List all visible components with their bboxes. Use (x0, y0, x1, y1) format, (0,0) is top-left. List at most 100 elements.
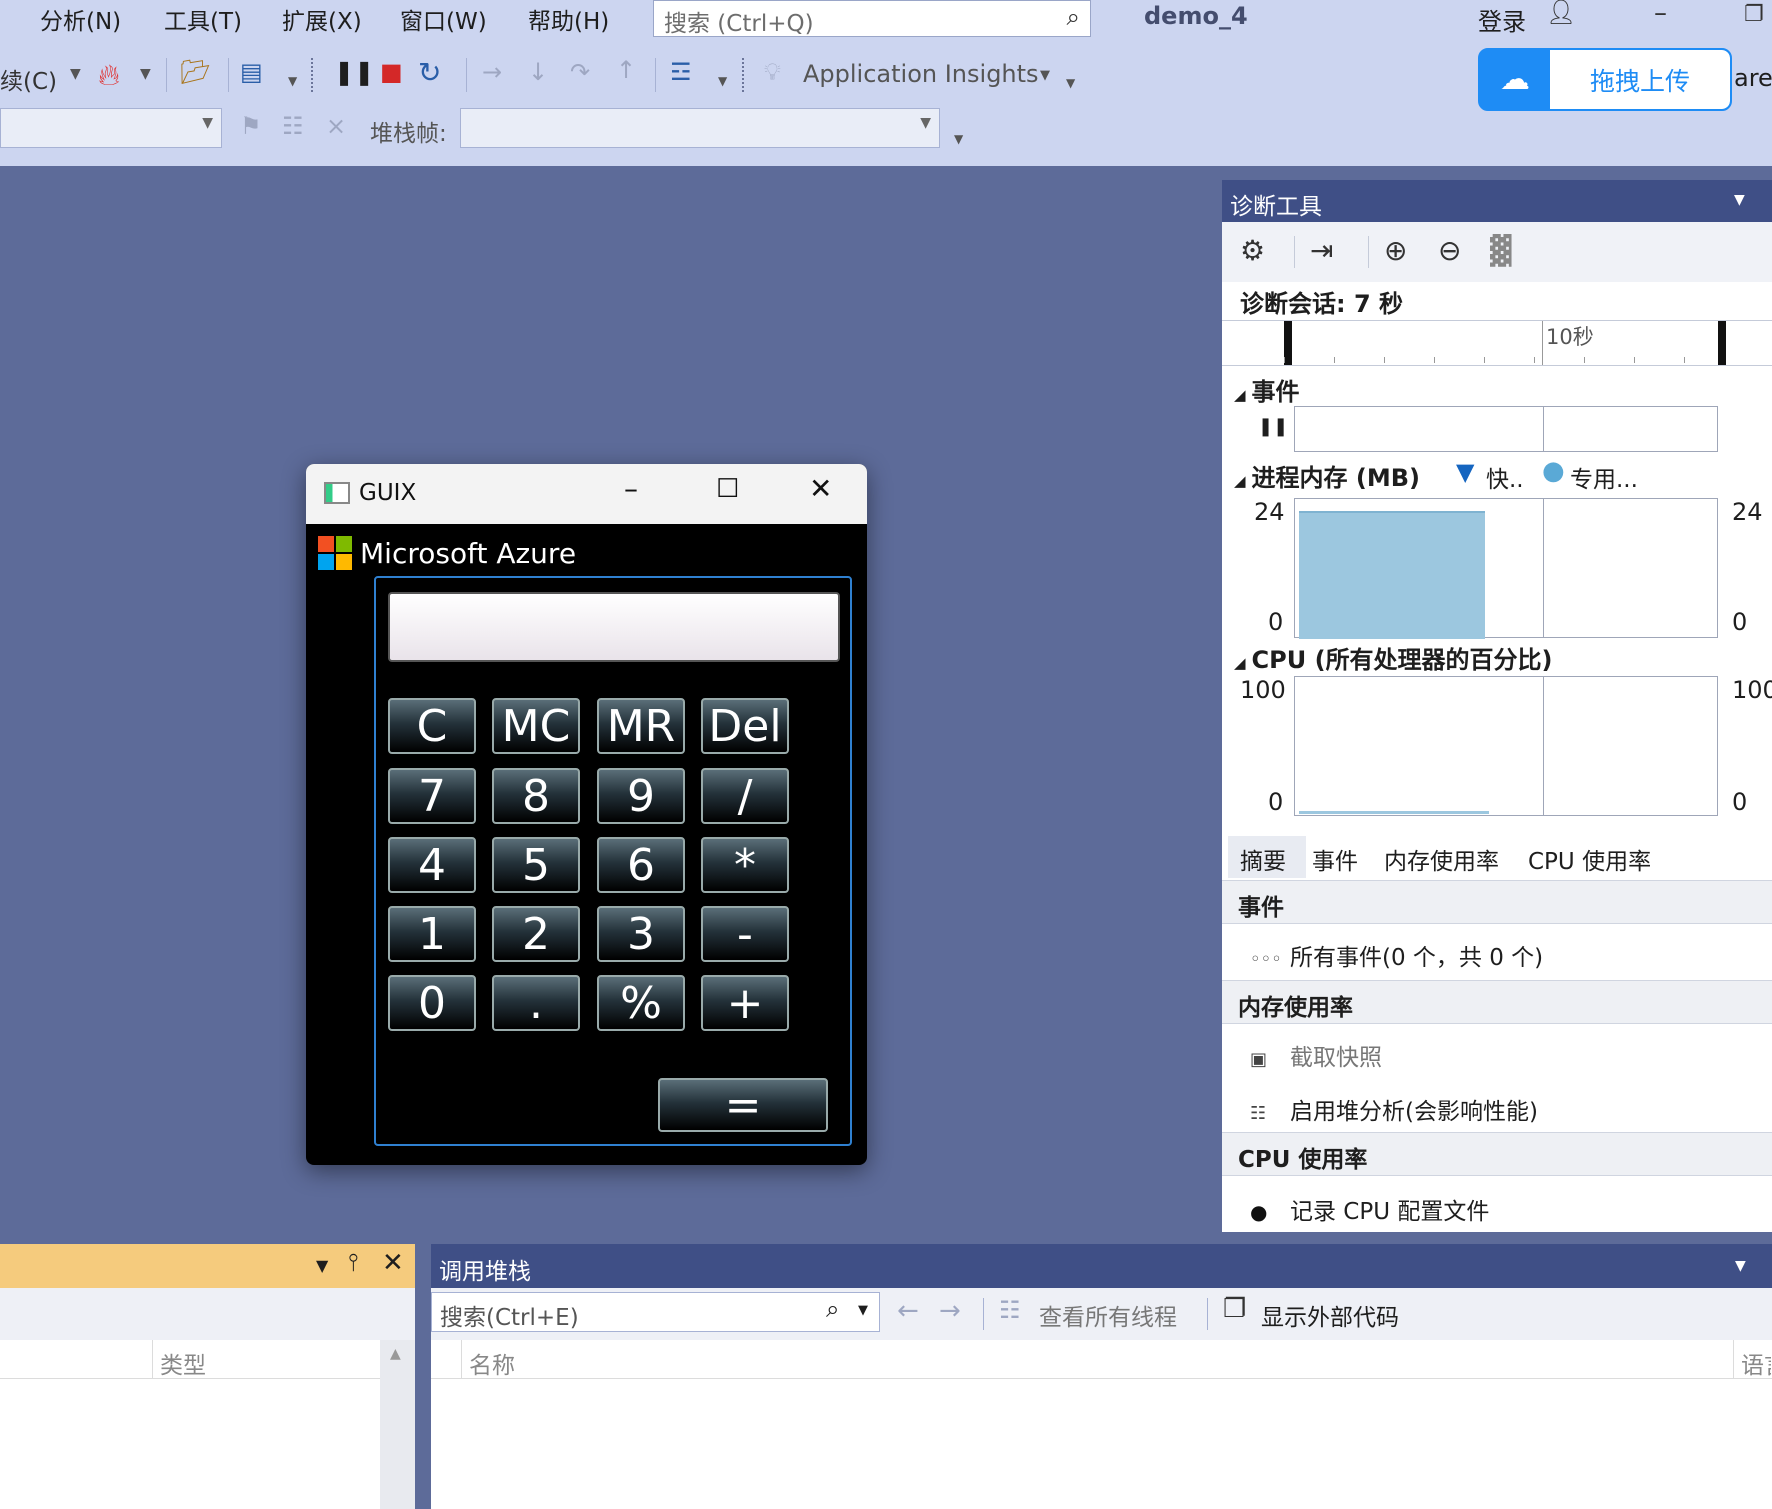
chevron-down-icon[interactable]: ▼ (1735, 1258, 1746, 1274)
record-cpu-profile-button[interactable]: ● 记录 CPU 配置文件 (1250, 1192, 1489, 1226)
menu-analyze[interactable]: 分析(N) (40, 2, 121, 36)
equals-button[interactable]: = (658, 1078, 828, 1132)
menu-extensions[interactable]: 扩展(X) (282, 2, 362, 36)
toolbar-grip[interactable] (311, 58, 317, 92)
column-type[interactable]: 类型 (160, 1346, 206, 1380)
chevron-down-icon[interactable]: ▼ (140, 66, 151, 82)
chevron-down-icon[interactable]: ▼ (316, 1256, 328, 1275)
column-name[interactable]: 名称 (469, 1346, 515, 1380)
calc-key-0-2[interactable]: MR (597, 698, 685, 754)
all-events-row[interactable]: ◦◦◦ 所有事件(0 个，共 0 个) (1250, 938, 1543, 972)
cpu-section-title[interactable]: ◢ CPU (所有处理器的百分比) (1234, 640, 1553, 675)
calc-key-4-3[interactable]: + (701, 975, 789, 1031)
show-external-code-button[interactable]: 显示外部代码 (1261, 1298, 1399, 1332)
login-link[interactable]: 登录 (1478, 2, 1526, 37)
minimize-icon[interactable]: – (624, 472, 638, 505)
folder-search-icon[interactable]: 📂︎ (180, 58, 210, 86)
minimize-icon[interactable]: – (1654, 0, 1667, 28)
zoom-in-icon[interactable]: ⊕ (1384, 234, 1407, 267)
global-search-input[interactable]: 搜索 (Ctrl+Q) ⌕ (653, 0, 1091, 37)
timeline-ruler[interactable]: 10秒 (1222, 320, 1772, 366)
calc-key-0-0[interactable]: C (388, 698, 476, 754)
view-all-threads-button[interactable]: 查看所有线程 (1039, 1298, 1177, 1332)
maximize-icon[interactable]: ☐ (716, 474, 739, 504)
take-snapshot-button[interactable]: ▣ 截取快照 (1250, 1038, 1382, 1072)
calc-key-1-2[interactable]: 9 (597, 768, 685, 824)
calc-key-0-3[interactable]: Del (701, 698, 789, 754)
call-stack-search-input[interactable]: 搜索(Ctrl+E) ⌕ ▼ (431, 1292, 880, 1332)
calc-key-0-1[interactable]: MC (492, 698, 580, 754)
cloud-upload-button[interactable]: ☁ 拖拽上传 (1478, 48, 1732, 111)
pause-events-icon[interactable]: ❚❚ (1258, 416, 1288, 437)
pause-icon[interactable]: ❚❚ (334, 58, 374, 86)
process-combo[interactable]: ▼ (0, 108, 222, 148)
stop-icon[interactable]: ■ (380, 58, 403, 86)
continue-button[interactable]: 续(C) (0, 62, 57, 96)
chevron-down-icon[interactable]: ▼ (288, 74, 297, 88)
diagnostics-icon[interactable]: ☲ (670, 58, 692, 86)
application-insights-button[interactable]: Application Insights (803, 60, 1039, 88)
share-button[interactable]: are (1734, 64, 1772, 92)
scrollbar[interactable]: ▲ (380, 1340, 415, 1509)
diagnostic-tools-header[interactable]: 诊断工具 ▼ (1222, 180, 1772, 222)
cloud-upload-label: 拖拽上传 (1550, 50, 1730, 109)
chevron-down-icon[interactable]: ▼ (858, 1303, 868, 1318)
zoom-out-icon[interactable]: ⊖ (1438, 234, 1461, 267)
calc-key-1-0[interactable]: 7 (388, 768, 476, 824)
toolbar-overflow-icon[interactable]: ▼ (1066, 76, 1075, 90)
calc-key-4-0[interactable]: 0 (388, 975, 476, 1031)
heap-profiling-toggle[interactable]: ☷ 启用堆分析(会影响性能) (1250, 1092, 1538, 1126)
chevron-down-icon[interactable]: ▼ (70, 66, 81, 82)
window-layout-icon[interactable]: ▤ (240, 58, 263, 86)
calc-key-2-3[interactable]: * (701, 837, 789, 893)
calc-key-3-2[interactable]: 3 (597, 906, 685, 962)
close-icon[interactable]: ✕ (809, 472, 832, 505)
calc-key-3-1[interactable]: 2 (492, 906, 580, 962)
calc-key-3-0[interactable]: 1 (388, 906, 476, 962)
chart-settings-icon[interactable]: ▓ (1490, 234, 1512, 267)
calc-key-2-0[interactable]: 4 (388, 837, 476, 893)
account-icon[interactable]: 👤︎ (1546, 0, 1576, 26)
call-stack-toolbar: 搜索(Ctrl+E) ⌕ ▼ ← → ☷ 查看所有线程 ❐ 显示外部代码 (431, 1288, 1772, 1340)
calc-key-4-1[interactable]: . (492, 975, 580, 1031)
guix-window-title: GUIX (359, 480, 417, 506)
left-panel-header[interactable]: ▼ ⫯ ✕ (0, 1244, 415, 1288)
calc-key-2-1[interactable]: 5 (492, 837, 580, 893)
toolbar-grip[interactable] (742, 58, 748, 92)
tab-memory[interactable]: 内存使用率 (1384, 842, 1499, 876)
close-icon[interactable]: ✕ (382, 1248, 404, 1278)
toolbar-overflow-icon[interactable]: ▼ (954, 132, 963, 146)
tab-cpu[interactable]: CPU 使用率 (1528, 842, 1651, 876)
memory-section-title[interactable]: ◢ 进程内存 (MB) (1234, 458, 1420, 493)
hot-reload-icon[interactable]: 🔥︎ (98, 58, 120, 93)
calc-key-1-3[interactable]: / (701, 768, 789, 824)
chevron-down-icon[interactable]: ▼ (1734, 192, 1745, 208)
guix-title-bar[interactable]: GUIX – ☐ ✕ (306, 464, 867, 524)
record-icon: ● (1250, 1200, 1268, 1224)
restore-icon[interactable]: ❐ (1744, 2, 1764, 27)
toolbar-separator (466, 58, 467, 92)
calc-key-2-2[interactable]: 6 (597, 837, 685, 893)
calc-key-1-1[interactable]: 8 (492, 768, 580, 824)
pin-icon[interactable]: ⫯ (348, 1248, 358, 1276)
gear-icon[interactable]: ⚙ (1240, 234, 1265, 267)
chevron-down-icon[interactable]: ▼ (718, 74, 727, 88)
column-language[interactable]: 语言 (1741, 1346, 1771, 1380)
heap-icon: ☷ (1250, 1103, 1267, 1124)
calc-key-3-3[interactable]: - (701, 906, 789, 962)
call-stack-header[interactable]: 调用堆栈 ▼ (431, 1244, 1772, 1288)
events-section-title[interactable]: ◢ 事件 (1234, 372, 1300, 407)
tab-events[interactable]: 事件 (1312, 842, 1358, 876)
calc-key-4-2[interactable]: % (597, 975, 685, 1031)
events-group-header: 事件 (1222, 880, 1772, 924)
export-icon[interactable]: ⇥ (1310, 234, 1333, 267)
restart-icon[interactable]: ↻ (418, 56, 441, 89)
memory-axis-max: 24 (1254, 498, 1285, 526)
scroll-up-icon[interactable]: ▲ (390, 1346, 401, 1362)
menu-tools[interactable]: 工具(T) (164, 2, 242, 36)
menu-window[interactable]: 窗口(W) (400, 2, 487, 36)
tab-summary[interactable]: 摘要 (1240, 842, 1286, 876)
stack-frame-combo[interactable]: ▼ (460, 108, 940, 148)
chevron-down-icon[interactable]: ▼ (1040, 68, 1050, 83)
menu-help[interactable]: 帮助(H) (528, 2, 609, 36)
